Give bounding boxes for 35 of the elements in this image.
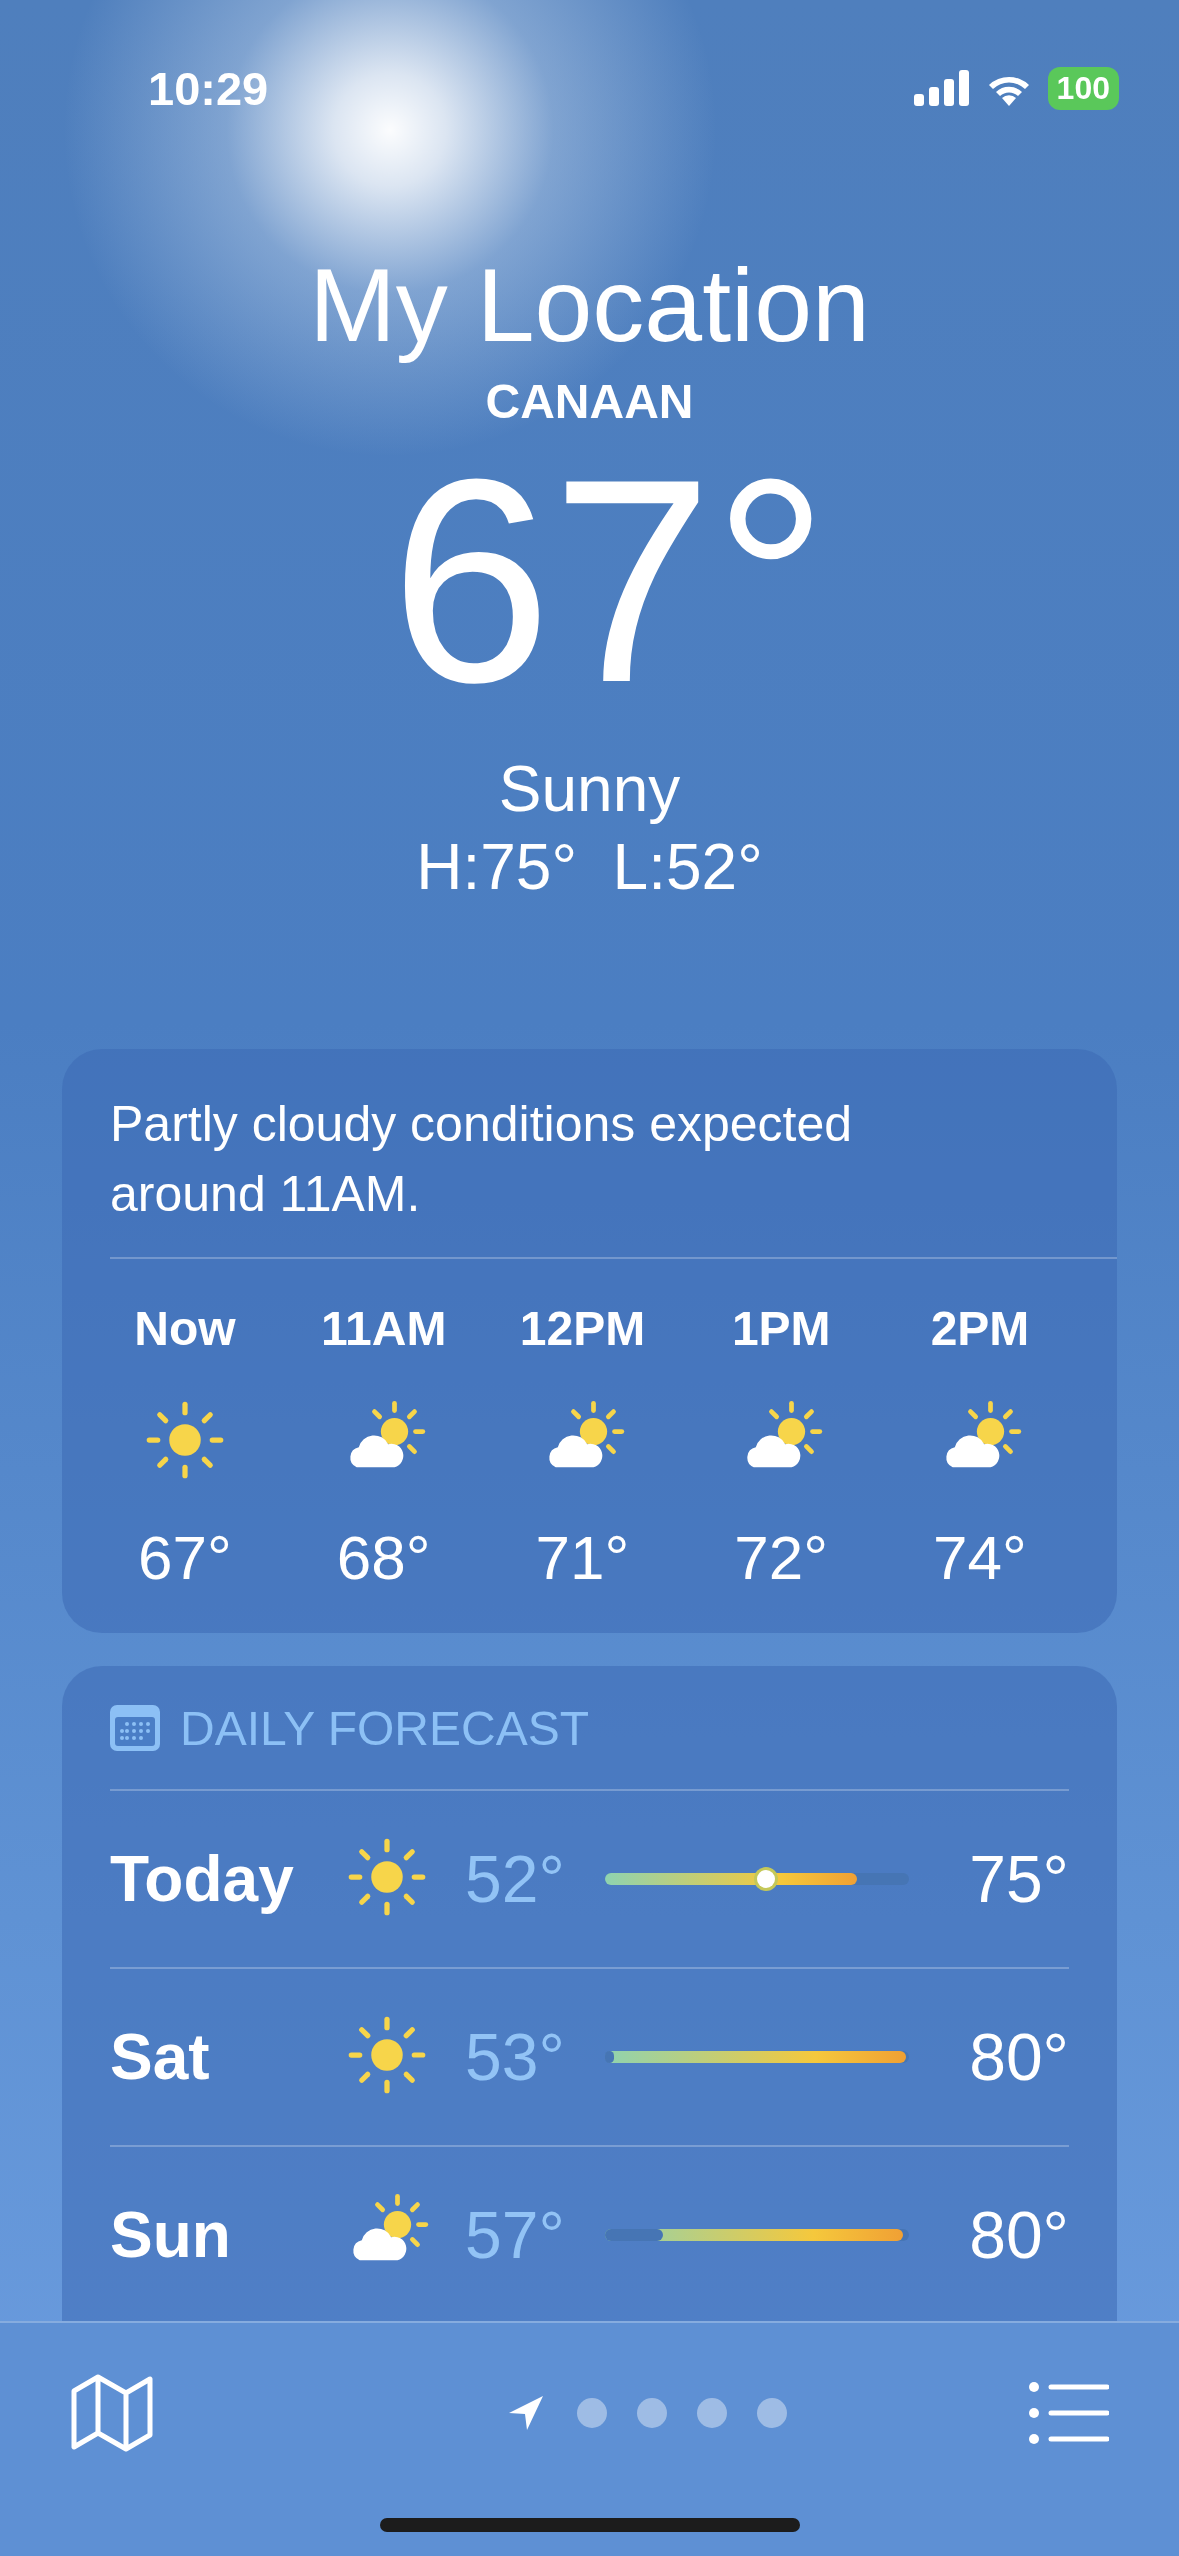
hour-label: 1PM — [731, 1300, 831, 1356]
day-label: Sun — [110, 2197, 232, 2272]
low-temperature: 53° — [465, 2018, 566, 2095]
battery-indicator: 100 — [1047, 66, 1119, 110]
page-dot[interactable] — [696, 2398, 727, 2428]
low-temperature: 57° — [465, 2196, 566, 2273]
page-dot[interactable] — [576, 2398, 607, 2428]
day-label: Sat — [110, 2019, 211, 2094]
calendar-icon — [110, 1705, 160, 1752]
hour-label: 2PM — [930, 1300, 1030, 1356]
map-icon[interactable] — [70, 2373, 154, 2453]
list-icon[interactable] — [1029, 2381, 1109, 2445]
signal-icon — [913, 70, 970, 106]
high-temperature: 80° — [968, 2018, 1069, 2095]
section-title: DAILY FORECAST — [180, 1700, 589, 1756]
status-time: 10:29 — [148, 60, 269, 116]
high-temperature: 75° — [968, 1840, 1069, 1917]
hour-label: 11AM — [321, 1300, 447, 1356]
forecast-summary: Partly cloudy conditions expected around 11AM. — [110, 1094, 854, 1224]
place-name: CANAAN — [485, 373, 694, 429]
hour-label: Now — [134, 1300, 236, 1356]
current-temperature: 67° — [389, 434, 829, 725]
hour-label: 12PM — [519, 1300, 646, 1356]
location-title: My Location — [309, 246, 870, 365]
page-dot[interactable] — [636, 2398, 667, 2428]
high-low-text: H:75° L:52° — [416, 834, 763, 899]
hour-temperature: 72° — [734, 1521, 829, 1593]
hour-temperature: 74° — [933, 1521, 1027, 1593]
page-dot[interactable] — [756, 2398, 787, 2428]
hour-temperature: 67° — [138, 1521, 232, 1593]
hour-temperature: 71° — [535, 1521, 630, 1593]
low-temperature: 52° — [465, 1840, 566, 1917]
hour-temperature: 68° — [336, 1521, 431, 1593]
high-temperature: 80° — [968, 2196, 1069, 2273]
day-label: Today — [110, 1841, 295, 1916]
